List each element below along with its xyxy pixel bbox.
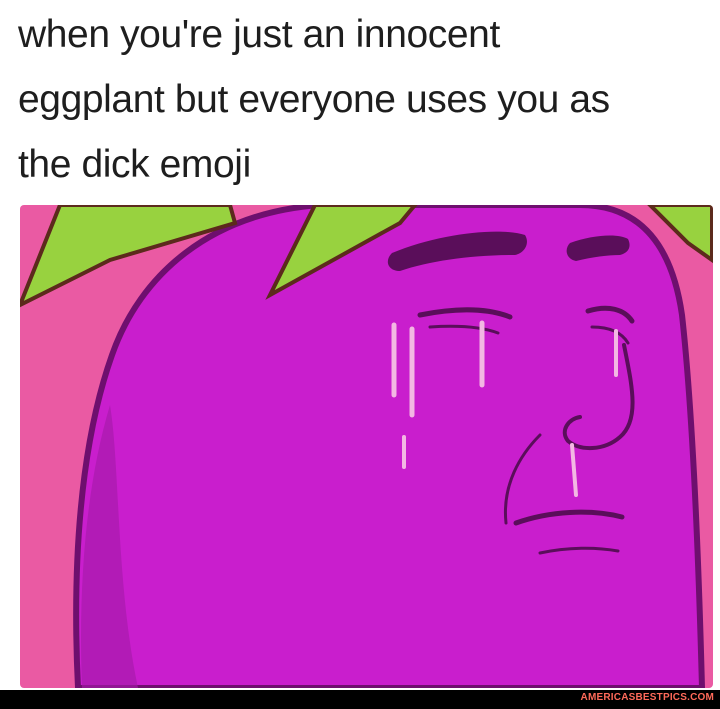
crying-eggplant-illustration	[20, 205, 713, 688]
meme-caption: when you're just an innocent eggplant bu…	[18, 2, 708, 197]
watermark-bar: AMERICASBESTPICS.COM	[0, 690, 720, 709]
caption-line-2: eggplant but everyone uses you as	[18, 78, 610, 121]
site-watermark: AMERICASBESTPICS.COM	[580, 692, 714, 703]
caption-line-1: when you're just an innocent	[18, 13, 500, 56]
caption-line-3: the dick emoji	[18, 143, 251, 186]
